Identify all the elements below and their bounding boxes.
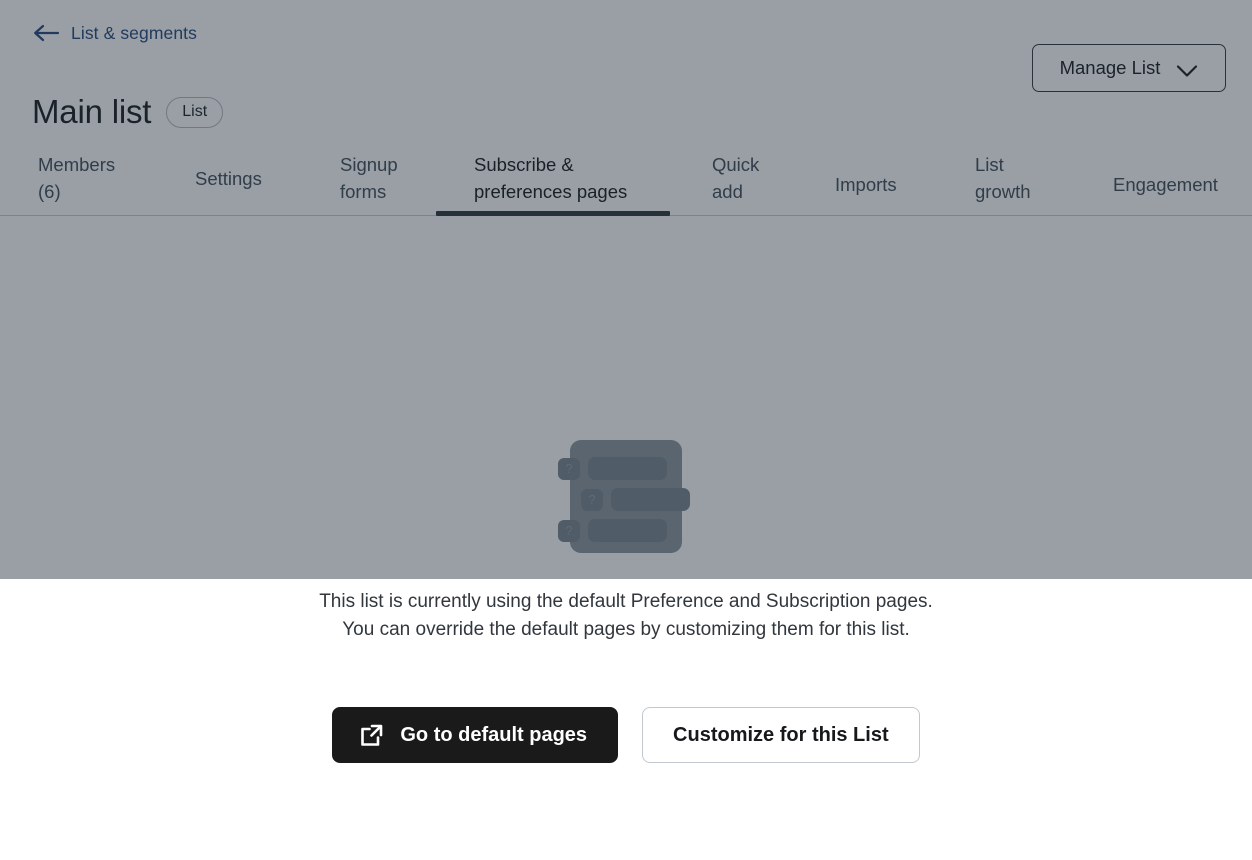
- illustration-bar: [588, 519, 667, 542]
- tab-members[interactable]: Members (6): [32, 128, 128, 215]
- arrow-left-icon: [32, 23, 60, 43]
- breadcrumb-label: List & segments: [71, 23, 197, 43]
- tab-subscribe-preferences-pages-label: Subscribe & preferences pages: [474, 154, 628, 202]
- breadcrumb-back-link[interactable]: List & segments: [32, 23, 197, 43]
- illustration-row: ?: [558, 457, 667, 480]
- question-badge-icon: ?: [558, 457, 580, 480]
- manage-list-button[interactable]: Manage List: [1032, 44, 1226, 92]
- illustration-bar: [611, 488, 690, 511]
- tab-engagement-label: Engagement: [1113, 174, 1218, 195]
- manage-list-label: Manage List: [1059, 57, 1161, 78]
- tab-engagement[interactable]: Engagement: [1107, 128, 1237, 215]
- go-to-default-pages-button[interactable]: Go to default pages: [332, 707, 619, 763]
- tab-settings-label: Settings: [195, 167, 262, 189]
- list-tabs: Members (6) Settings Signup forms Subscr…: [0, 128, 1252, 216]
- illustration-bar: [588, 457, 667, 480]
- tab-list-growth[interactable]: List growth: [969, 128, 1047, 215]
- tab-settings[interactable]: Settings: [189, 128, 299, 215]
- list-type-badge: List: [166, 96, 224, 128]
- list-detail-page: List & segments Main list List Manage Li…: [0, 0, 1252, 860]
- active-tab-indicator: [436, 211, 670, 216]
- question-badge-icon: ?: [558, 519, 580, 542]
- tab-imports[interactable]: Imports: [829, 128, 919, 215]
- go-to-default-pages-label: Go to default pages: [400, 723, 588, 746]
- tab-quick-add-label: Quick add: [712, 154, 760, 202]
- customize-for-this-list-label: Customize for this List: [673, 723, 889, 746]
- tab-subscribe-preferences-pages[interactable]: Subscribe & preferences pages: [436, 128, 670, 216]
- tab-list-growth-label: List growth: [975, 154, 1031, 202]
- empty-state-actions: Go to default pages Customize for this L…: [332, 707, 920, 763]
- preferences-form-illustration: ? ? ?: [552, 430, 700, 556]
- illustration-row: ?: [581, 488, 690, 511]
- tab-quick-add[interactable]: Quick add: [706, 128, 772, 215]
- question-badge-icon: ?: [581, 488, 603, 511]
- illustration-row: ?: [558, 519, 667, 542]
- chevron-down-icon: [1176, 61, 1198, 77]
- empty-state: ? ? ? This list is currently using the d…: [0, 430, 1252, 763]
- empty-state-message: This list is currently using the default…: [319, 591, 933, 640]
- tab-members-label: Members (6): [38, 154, 116, 202]
- customize-for-this-list-button[interactable]: Customize for this List: [642, 707, 920, 763]
- tab-imports-label: Imports: [835, 174, 897, 195]
- tab-signup-forms-label: Signup forms: [340, 154, 398, 202]
- external-link-icon: [359, 723, 384, 748]
- tab-signup-forms[interactable]: Signup forms: [334, 128, 414, 215]
